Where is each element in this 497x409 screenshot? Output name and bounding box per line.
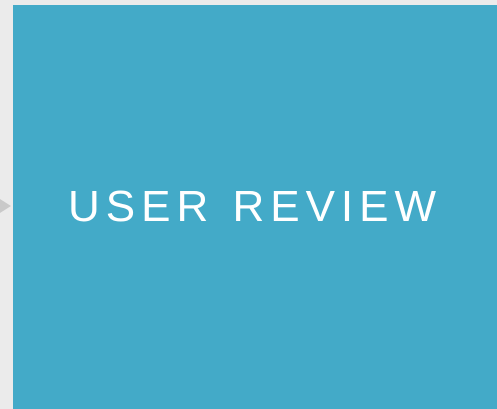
workspace-canvas: USER REVIEW — [0, 0, 497, 409]
user-review-card[interactable]: USER REVIEW — [13, 5, 497, 409]
card-title: USER REVIEW — [67, 182, 443, 231]
arrow-right-icon — [0, 199, 11, 213]
